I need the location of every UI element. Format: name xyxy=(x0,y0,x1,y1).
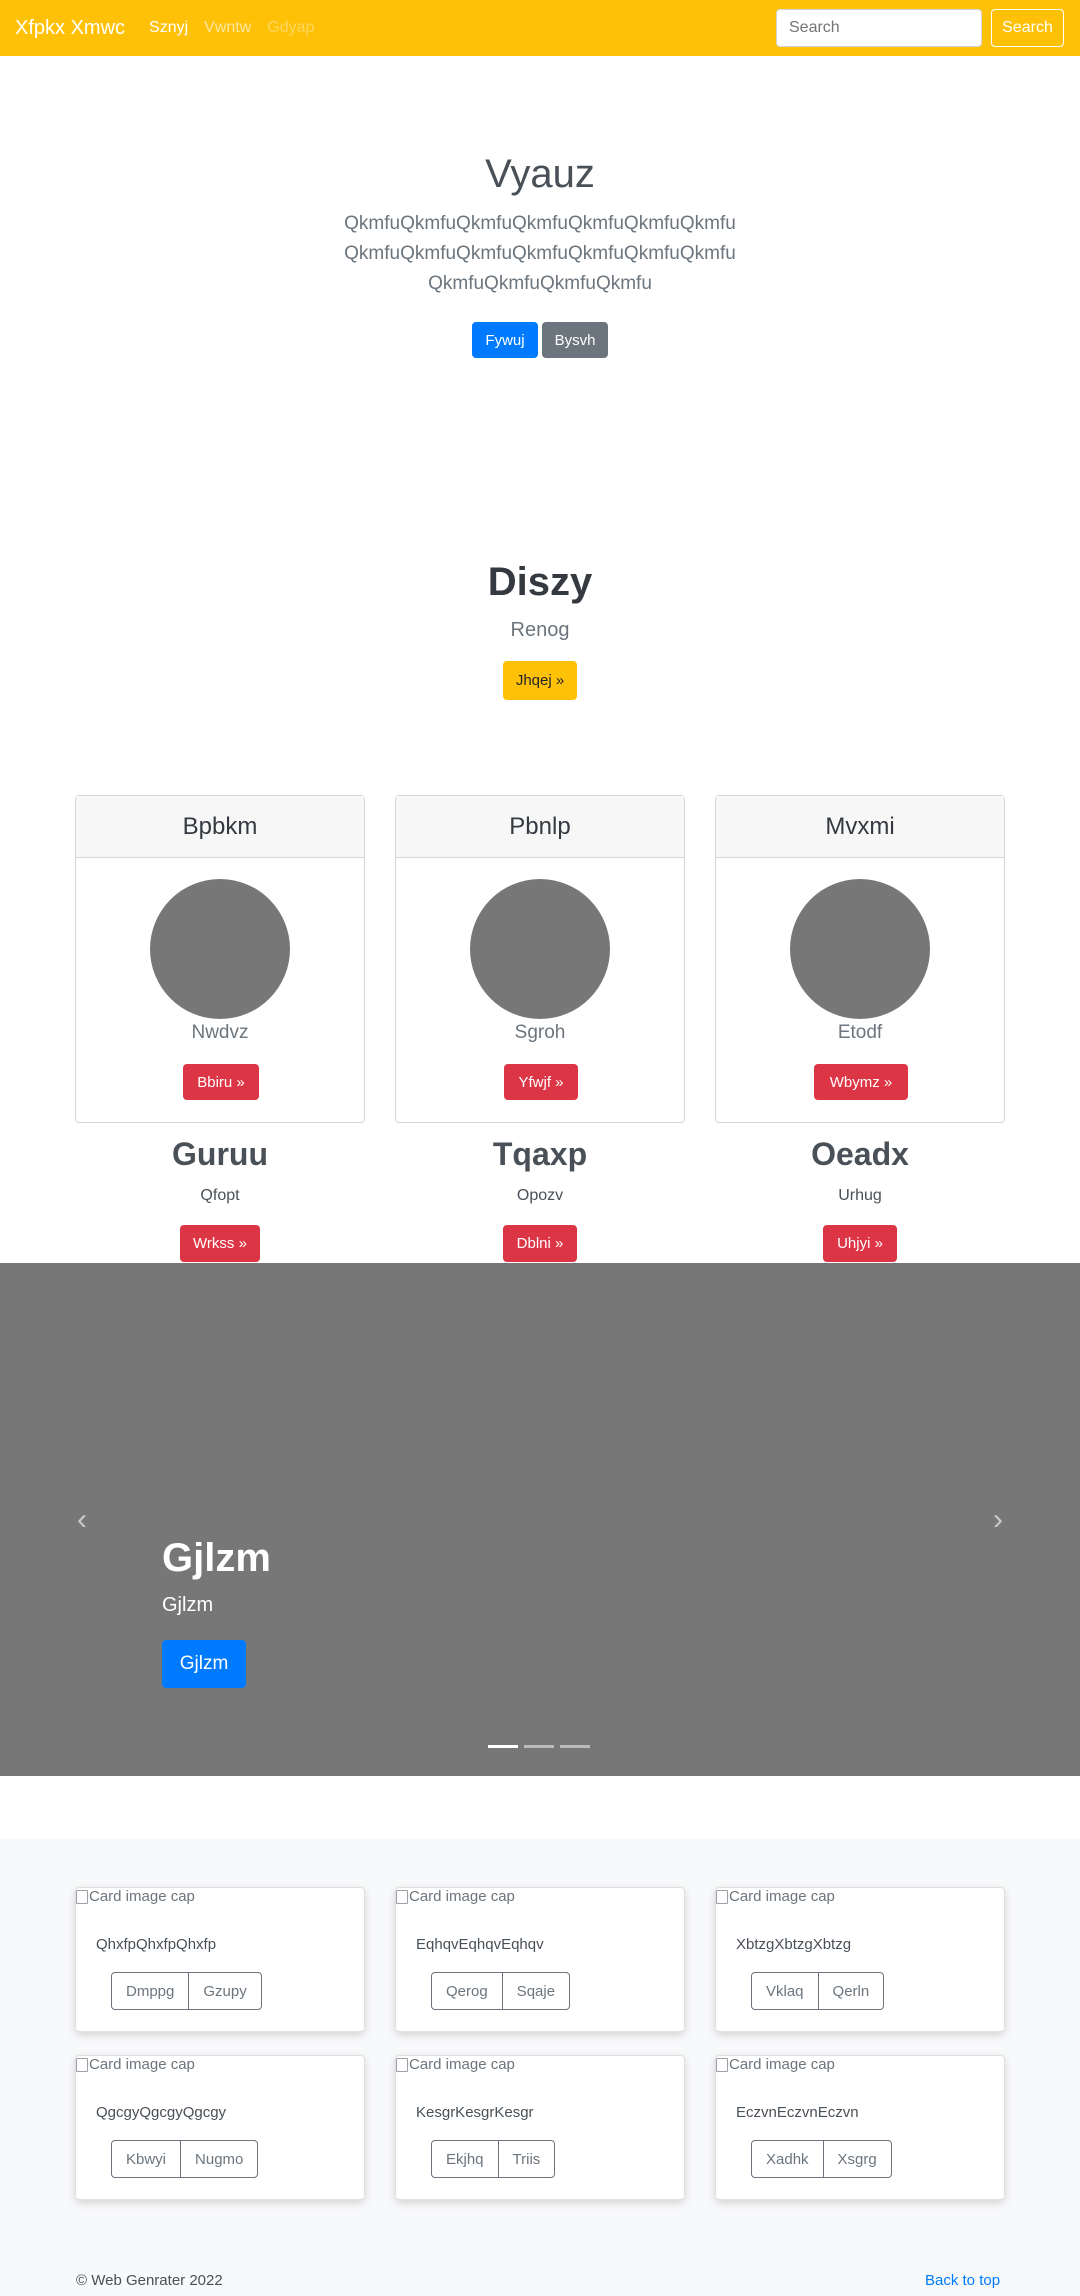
card-name: Etodf xyxy=(837,1022,883,1043)
card-action-button[interactable]: Xsgrg xyxy=(822,2141,891,2177)
broken-image-icon xyxy=(396,2057,408,2072)
navbar-brand[interactable]: Xfpkx Xmwc xyxy=(15,17,125,40)
card-image: Card image cap xyxy=(76,2056,195,2073)
avatar xyxy=(790,879,930,1019)
chevron-left-icon[interactable]: ‹ xyxy=(72,1505,92,1535)
primary-button[interactable]: Fywuj xyxy=(472,322,538,358)
nav-link-gdyap: Gdyap xyxy=(267,19,315,36)
column-heading: Oeadx xyxy=(811,1136,909,1172)
nav-link-sznyj[interactable]: Sznyj xyxy=(149,19,188,37)
card-header: Pbnlp xyxy=(396,796,684,858)
album-card: Card image cap EczvnEczvnEczvn Xadhk Xsg… xyxy=(715,2055,1005,2200)
card-image: Card image cap xyxy=(76,1888,195,1905)
profile-card: Mvxmi Etodf Wbymz » xyxy=(715,795,1005,1123)
card-action-button[interactable]: Nugmo xyxy=(180,2141,257,2177)
carousel-indicator[interactable] xyxy=(488,1745,518,1748)
album-card: Card image cap QhxfpQhxfpQhxfp Dmppg Gzu… xyxy=(75,1887,365,2032)
feature-title: Diszy xyxy=(487,560,593,604)
search-button[interactable]: Search xyxy=(991,9,1064,47)
card-text: XbtzgXbtzgXbtzg xyxy=(736,1936,852,1953)
album-card: Card image cap EqhqvEqhqvEqhqv Qerog Sqa… xyxy=(395,1887,685,2032)
secondary-button[interactable]: Bysvh xyxy=(542,322,608,358)
card-button-group: Dmppg Gzupy xyxy=(111,1972,262,2010)
profile-card: Bpbkm Nwdvz Bbiru » xyxy=(75,795,365,1123)
column-text: Opozv xyxy=(516,1187,564,1204)
card-button[interactable]: Yfwjf » xyxy=(504,1064,578,1100)
broken-image-icon xyxy=(396,1889,408,1904)
card-button[interactable]: Bbiru » xyxy=(183,1064,259,1100)
carousel: ‹ › Gjlzm Gjlzm Gjlzm xyxy=(0,1263,1080,1776)
card-text: EczvnEczvnEczvn xyxy=(736,2104,859,2121)
column-heading: Tqaxp xyxy=(492,1136,588,1172)
column-button[interactable]: Dblni » xyxy=(503,1225,577,1262)
card-header: Mvxmi xyxy=(716,796,1004,858)
carousel-text: Gjlzm xyxy=(162,1594,214,1616)
card-image: Card image cap xyxy=(716,1888,835,1905)
card-button-group: Kbwyi Nugmo xyxy=(111,2140,259,2178)
feature-subtitle: Renog xyxy=(510,619,570,641)
card-button-group: Vklaq Qerln xyxy=(751,1972,885,2010)
jumbotron-title: Vyauz xyxy=(485,152,595,196)
back-to-top-link[interactable]: Back to top xyxy=(925,2272,1000,2289)
album-card: Card image cap XbtzgXbtzgXbtzg Vklaq Qer… xyxy=(715,1887,1005,2032)
card-button[interactable]: Wbymz » xyxy=(814,1064,908,1100)
card-action-button[interactable]: Dmppg xyxy=(112,1973,188,2009)
card-header: Bpbkm xyxy=(76,796,364,858)
card-action-button[interactable]: Sqaje xyxy=(501,1973,569,2009)
card-text: QgcgyQgcgyQgcgy xyxy=(96,2104,227,2121)
carousel-indicator[interactable] xyxy=(524,1745,554,1748)
album-card: Card image cap KesgrKesgrKesgr Ekjhq Tri… xyxy=(395,2055,685,2200)
card-action-button[interactable]: Xadhk xyxy=(752,2141,823,2177)
column-button[interactable]: Wrkss » xyxy=(180,1225,260,1262)
carousel-button[interactable]: Gjlzm xyxy=(162,1640,246,1688)
card-action-button[interactable]: Vklaq xyxy=(752,1973,818,2009)
card-action-button[interactable]: Gzupy xyxy=(188,1973,260,2009)
card-action-button[interactable]: Kbwyi xyxy=(112,2141,180,2177)
avatar xyxy=(150,879,290,1019)
card-image: Card image cap xyxy=(396,2056,515,2073)
album-card: Card image cap QgcgyQgcgyQgcgy Kbwyi Nug… xyxy=(75,2055,365,2200)
footer-copyright: © Web Genrater 2022 xyxy=(76,2272,223,2289)
card-name: Nwdvz xyxy=(191,1022,249,1043)
carousel-title: Gjlzm xyxy=(162,1536,271,1580)
broken-image-icon xyxy=(76,2057,88,2072)
chevron-right-icon[interactable]: › xyxy=(988,1505,1008,1535)
card-action-button[interactable]: Triis xyxy=(497,2141,555,2177)
card-action-button[interactable]: Qerog xyxy=(432,1973,502,2009)
card-text: KesgrKesgrKesgr xyxy=(416,2104,534,2121)
jumbotron-lead: QkmfuQkmfuQkmfuQkmfuQkmfuQkmfuQkmfuQkmfu… xyxy=(344,213,736,294)
card-text: EqhqvEqhqvEqhqv xyxy=(416,1936,544,1953)
carousel-indicator[interactable] xyxy=(560,1745,590,1748)
card-text: QhxfpQhxfpQhxfp xyxy=(96,1936,217,1953)
broken-image-icon xyxy=(716,1889,728,1904)
feature-button[interactable]: Jhqej » xyxy=(503,661,577,700)
profile-card: Pbnlp Sgroh Yfwjf » xyxy=(395,795,685,1123)
card-action-button[interactable]: Ekjhq xyxy=(432,2141,498,2177)
navbar: Xfpkx Xmwc Sznyj Vwntw Gdyap Search xyxy=(0,0,1080,56)
card-image: Card image cap xyxy=(396,1888,515,1905)
card-action-button[interactable]: Qerln xyxy=(817,1973,884,2009)
column-text: Qfopt xyxy=(200,1187,240,1204)
card-button-group: Ekjhq Triis xyxy=(431,2140,556,2178)
card-button-group: Qerog Sqaje xyxy=(431,1972,571,2010)
avatar xyxy=(470,879,610,1019)
broken-image-icon xyxy=(76,1889,88,1904)
card-button-group: Xadhk Xsgrg xyxy=(751,2140,892,2178)
column-heading: Guruu xyxy=(172,1136,268,1172)
card-image: Card image cap xyxy=(716,2056,835,2073)
card-name: Sgroh xyxy=(514,1022,566,1043)
column-text: Urhug xyxy=(838,1187,882,1204)
broken-image-icon xyxy=(716,2057,728,2072)
nav-link-vwntw[interactable]: Vwntw xyxy=(204,19,251,37)
search-input[interactable] xyxy=(776,9,982,47)
carousel-indicators xyxy=(488,1745,590,1748)
column-button[interactable]: Uhjyi » xyxy=(823,1225,897,1262)
